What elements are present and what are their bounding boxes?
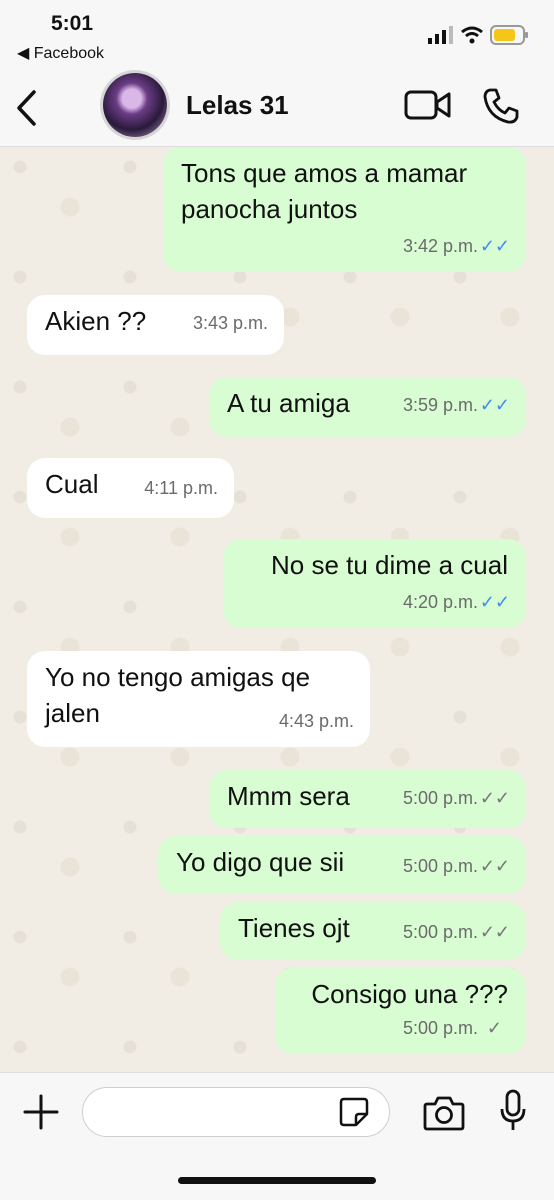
message-bubble-outgoing[interactable]: Yo digo que sii 5:00 p.m. ✓✓ — [158, 836, 526, 894]
message-time: 5:00 p.m. — [402, 922, 478, 942]
camera-icon[interactable] — [423, 1095, 465, 1131]
message-composer — [0, 1072, 554, 1200]
message-time: 3:43 p.m. — [192, 313, 268, 333]
phone-icon[interactable] — [482, 87, 520, 125]
back-to-app-link[interactable]: ◀ Facebook — [17, 43, 104, 63]
contact-avatar[interactable] — [103, 73, 167, 137]
read-receipt-icon: ✓✓ — [479, 592, 510, 612]
message-bubble-incoming[interactable]: Akien ?? 3:43 p.m. — [27, 295, 284, 355]
message-time: 4:20 p.m. — [402, 592, 478, 612]
message-time: 3:42 p.m. — [402, 236, 478, 256]
chat-area: Tons que amos a mamar panocha juntos 3:4… — [0, 147, 554, 1072]
message-text: Consigo una ??? — [311, 979, 508, 1009]
delivered-receipt-icon: ✓✓ — [479, 788, 510, 808]
message-bubble-outgoing[interactable]: Tons que amos a mamar panocha juntos 3:4… — [163, 147, 526, 272]
home-indicator[interactable] — [178, 1177, 376, 1184]
message-bubble-outgoing[interactable]: A tu amiga 3:59 p.m. ✓✓ — [209, 377, 526, 437]
message-bubble-outgoing[interactable]: Mmm sera 5:00 p.m. ✓✓ — [209, 770, 526, 828]
message-time: 5:00 p.m. — [402, 1018, 478, 1038]
sticker-icon[interactable] — [338, 1096, 370, 1128]
message-text: No se tu dime a cual — [270, 550, 508, 580]
message-time: 3:59 p.m. — [402, 395, 478, 415]
message-time: 4:11 p.m. — [144, 478, 218, 498]
delivered-receipt-icon: ✓✓ — [479, 922, 510, 942]
message-time: 5:00 p.m. — [402, 788, 478, 808]
message-bubble-incoming[interactable]: Yo no tengo amigas qe jalen 4:43 p.m. — [27, 651, 370, 747]
delivered-receipt-icon: ✓✓ — [479, 856, 510, 876]
message-time: 4:43 p.m. — [278, 711, 354, 731]
video-camera-icon[interactable] — [404, 88, 452, 122]
read-receipt-icon: ✓✓ — [479, 236, 510, 256]
signal-icon — [428, 26, 453, 44]
message-bubble-outgoing[interactable]: No se tu dime a cual 4:20 p.m. ✓✓ — [223, 539, 526, 628]
message-time: 5:00 p.m. — [402, 856, 478, 876]
message-bubble-outgoing[interactable]: Consigo una ??? 5:00 p.m. ✓ — [275, 968, 526, 1054]
chat-header: Lelas 31 — [0, 70, 554, 147]
battery-icon — [490, 25, 528, 45]
plus-icon[interactable] — [22, 1093, 60, 1131]
status-bar: 5:01 ◀ Facebook — [0, 0, 554, 70]
chevron-left-icon[interactable] — [14, 88, 40, 128]
microphone-icon[interactable] — [499, 1089, 527, 1133]
message-bubble-outgoing[interactable]: Tienes ojt 5:00 p.m. ✓✓ — [220, 902, 526, 960]
sent-receipt-icon: ✓ — [486, 1018, 502, 1038]
contact-name[interactable]: Lelas 31 — [186, 90, 289, 121]
wifi-icon — [461, 26, 483, 44]
message-bubble-incoming[interactable]: Cual 4:11 p.m. — [27, 458, 234, 518]
message-text: Tons que amos a mamar panocha juntos — [181, 158, 468, 224]
read-receipt-icon: ✓✓ — [479, 395, 510, 415]
status-time: 5:01 — [51, 12, 94, 35]
